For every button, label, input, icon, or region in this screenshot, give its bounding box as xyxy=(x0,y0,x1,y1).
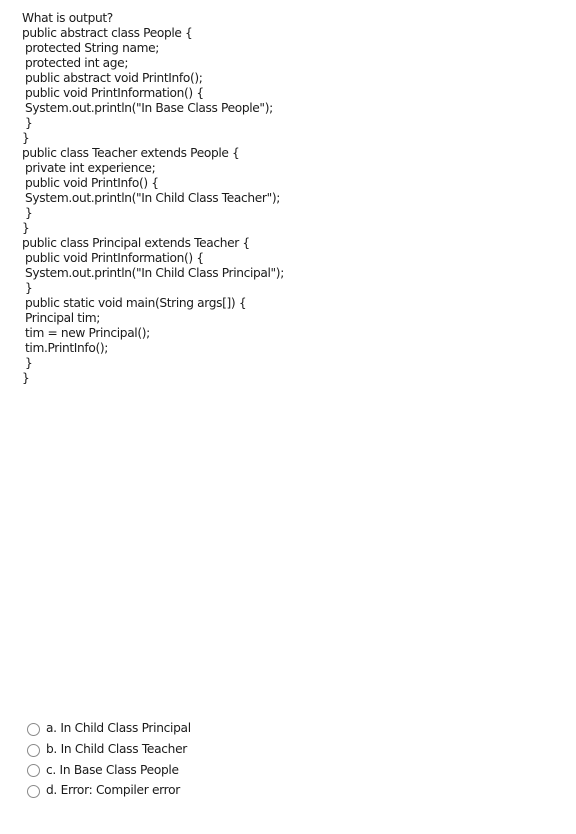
answer-option-c[interactable]: c. In Base Class People xyxy=(27,759,191,780)
answer-option-b[interactable]: b. In Child Class Teacher xyxy=(27,739,191,760)
answer-options: a. In Child Class Principal b. In Child C… xyxy=(27,718,191,801)
code-line: public void PrintInfo() { xyxy=(25,176,159,190)
answer-option-a[interactable]: a. In Child Class Principal xyxy=(27,718,191,739)
code-line: public abstract class People { xyxy=(22,26,193,40)
code-line: public void PrintInformation() { xyxy=(25,251,204,265)
code-line: public class Teacher extends People { xyxy=(22,146,240,160)
question-prompt: What is output? xyxy=(22,11,113,25)
code-line: System.out.println("In Child Class Princ… xyxy=(25,266,284,280)
code-line: public static void main(String args[]) { xyxy=(25,296,247,310)
radio-button-icon[interactable] xyxy=(27,743,40,757)
code-line: tim.PrintInfo(); xyxy=(25,341,109,355)
code-line: } xyxy=(22,371,30,385)
answer-option-label: c. In Base Class People xyxy=(46,762,179,777)
answer-option-label: d. Error: Compiler error xyxy=(46,783,180,798)
code-line: Principal tim; xyxy=(25,311,101,325)
radio-button-icon[interactable] xyxy=(27,722,40,736)
question-text: What is output? public abstract class Pe… xyxy=(22,11,284,386)
code-line: } xyxy=(25,356,33,370)
code-line: protected int age; xyxy=(25,56,129,70)
code-line: } xyxy=(25,206,33,220)
code-line: } xyxy=(22,221,30,235)
code-line: System.out.println("In Child Class Teach… xyxy=(25,191,280,205)
code-line: } xyxy=(22,131,30,145)
code-line: private int experience; xyxy=(25,161,156,175)
radio-button-icon[interactable] xyxy=(27,764,40,778)
code-line: } xyxy=(25,116,33,130)
code-line: public class Principal extends Teacher { xyxy=(22,236,250,250)
answer-option-label: a. In Child Class Principal xyxy=(46,721,191,736)
code-line: tim = new Principal(); xyxy=(25,326,150,340)
code-block: public abstract class People {protected … xyxy=(22,26,284,386)
code-line: System.out.println("In Base Class People… xyxy=(25,101,273,115)
code-line: public abstract void PrintInfo(); xyxy=(25,71,203,85)
answer-option-d[interactable]: d. Error: Compiler error xyxy=(27,780,191,801)
radio-button-icon[interactable] xyxy=(27,784,40,798)
code-line: protected String name; xyxy=(25,41,160,55)
code-line: } xyxy=(25,281,33,295)
code-line: public void PrintInformation() { xyxy=(25,86,204,100)
answer-option-label: b. In Child Class Teacher xyxy=(46,742,188,757)
